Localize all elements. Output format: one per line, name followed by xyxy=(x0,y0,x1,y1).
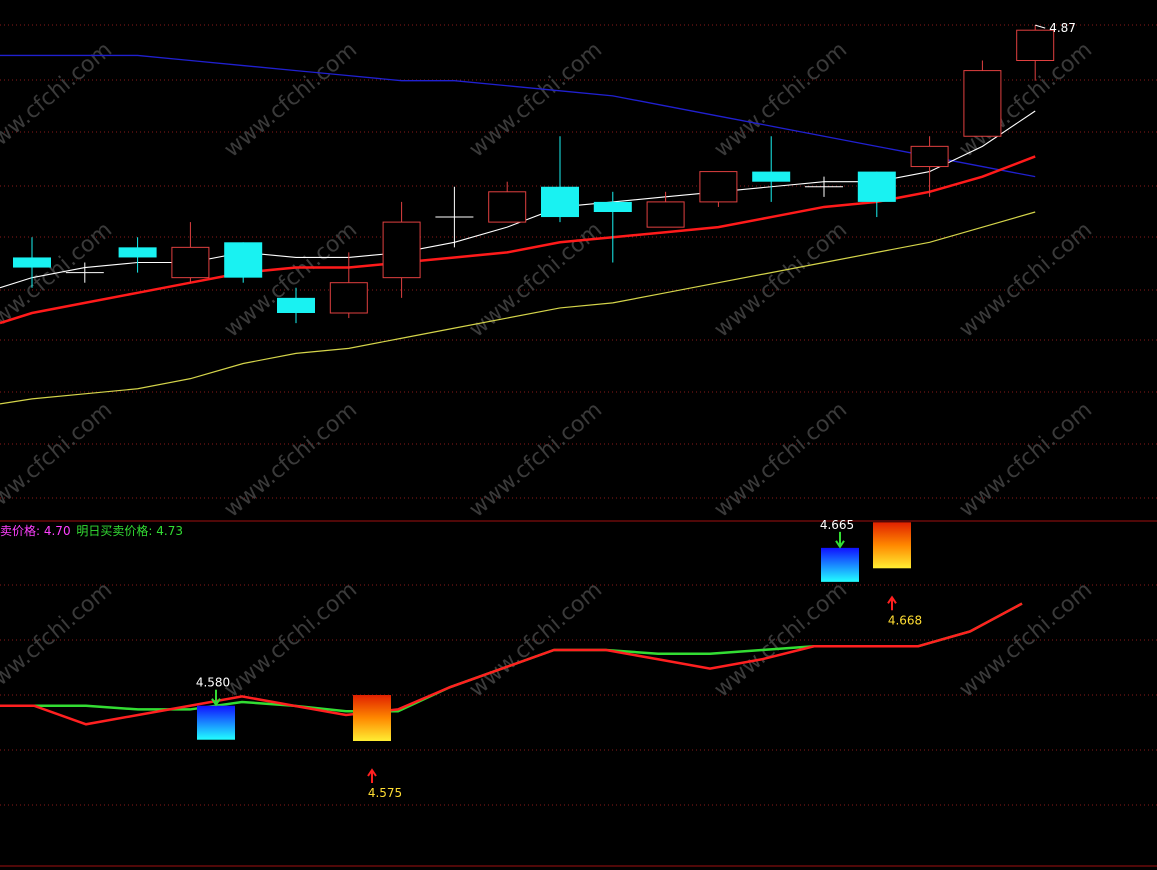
buy-price-value: 4.73 xyxy=(156,524,183,538)
buy-price-label: 明日买卖价格: xyxy=(76,524,157,538)
watermark-text: www.cfchi.com xyxy=(955,217,1097,342)
buy-price-marker: 4.575 xyxy=(368,786,402,800)
watermark-text: www.cfchi.com xyxy=(220,397,362,522)
watermark-text: www.cfchi.com xyxy=(710,397,852,522)
watermark-text: www.cfchi.com xyxy=(710,577,852,702)
candle-body xyxy=(13,257,51,268)
watermark-text: www.cfchi.com xyxy=(465,217,607,342)
watermark-text: www.cfchi.com xyxy=(710,37,852,162)
watermark-text: www.cfchi.com xyxy=(955,397,1097,522)
candle-body xyxy=(752,171,791,182)
candle-body xyxy=(277,297,315,313)
candle-body xyxy=(1016,29,1055,61)
buy-price-marker: 4.668 xyxy=(888,613,922,627)
watermark-text: www.cfchi.com xyxy=(465,37,607,162)
sell-price-value: 4.70 xyxy=(43,524,71,538)
sell-price-marker: 4.580 xyxy=(196,676,230,690)
candle-body xyxy=(963,70,1002,137)
buy-signal-block xyxy=(353,695,391,741)
candle-body xyxy=(329,282,368,314)
watermark-text: www.cfchi.com xyxy=(0,397,117,522)
sell-price-marker: 4.665 xyxy=(820,518,854,532)
candle-body xyxy=(593,201,632,212)
main-price-panel: 4.87 xyxy=(0,21,1076,405)
candle-body xyxy=(118,247,157,258)
candle-body xyxy=(541,186,579,218)
sell-signal-block xyxy=(821,547,859,582)
watermark-text: www.cfchi.com xyxy=(465,397,607,522)
watermarks: www.cfchi.com www.cfchi.com www.cfchi.com w… xyxy=(0,37,1097,702)
watermark-text: www.cfchi.com xyxy=(0,217,117,342)
buy-signal-block xyxy=(873,522,911,569)
candle-body xyxy=(699,171,738,203)
watermark-text: www.cfchi.com xyxy=(465,577,607,702)
candle-body xyxy=(171,246,210,279)
candle-body xyxy=(910,145,949,168)
watermark-text: www.cfchi.com xyxy=(220,37,362,162)
candle-body xyxy=(857,171,896,202)
indicator-header: 卖价格: 4.70 明日买卖价格: 4.73 xyxy=(0,522,183,539)
watermark-text: www.cfchi.com xyxy=(955,577,1097,702)
watermark-text: www.cfchi.com xyxy=(220,217,362,342)
stock-chart: www.cfchi.com www.cfchi.com www.cfchi.com w… xyxy=(0,21,1157,867)
candle-body xyxy=(646,201,685,228)
sell-signal-block xyxy=(197,705,235,740)
watermark-text: www.cfchi.com xyxy=(0,577,117,702)
sell-price-label: 卖价格: xyxy=(0,524,44,538)
candle-body xyxy=(224,242,263,278)
high-price-label: 4.87 xyxy=(1049,21,1076,35)
high-pointer xyxy=(1035,24,1046,29)
candle-body xyxy=(488,191,527,223)
watermark-text: www.cfchi.com xyxy=(0,37,117,162)
candle-body xyxy=(382,221,421,279)
